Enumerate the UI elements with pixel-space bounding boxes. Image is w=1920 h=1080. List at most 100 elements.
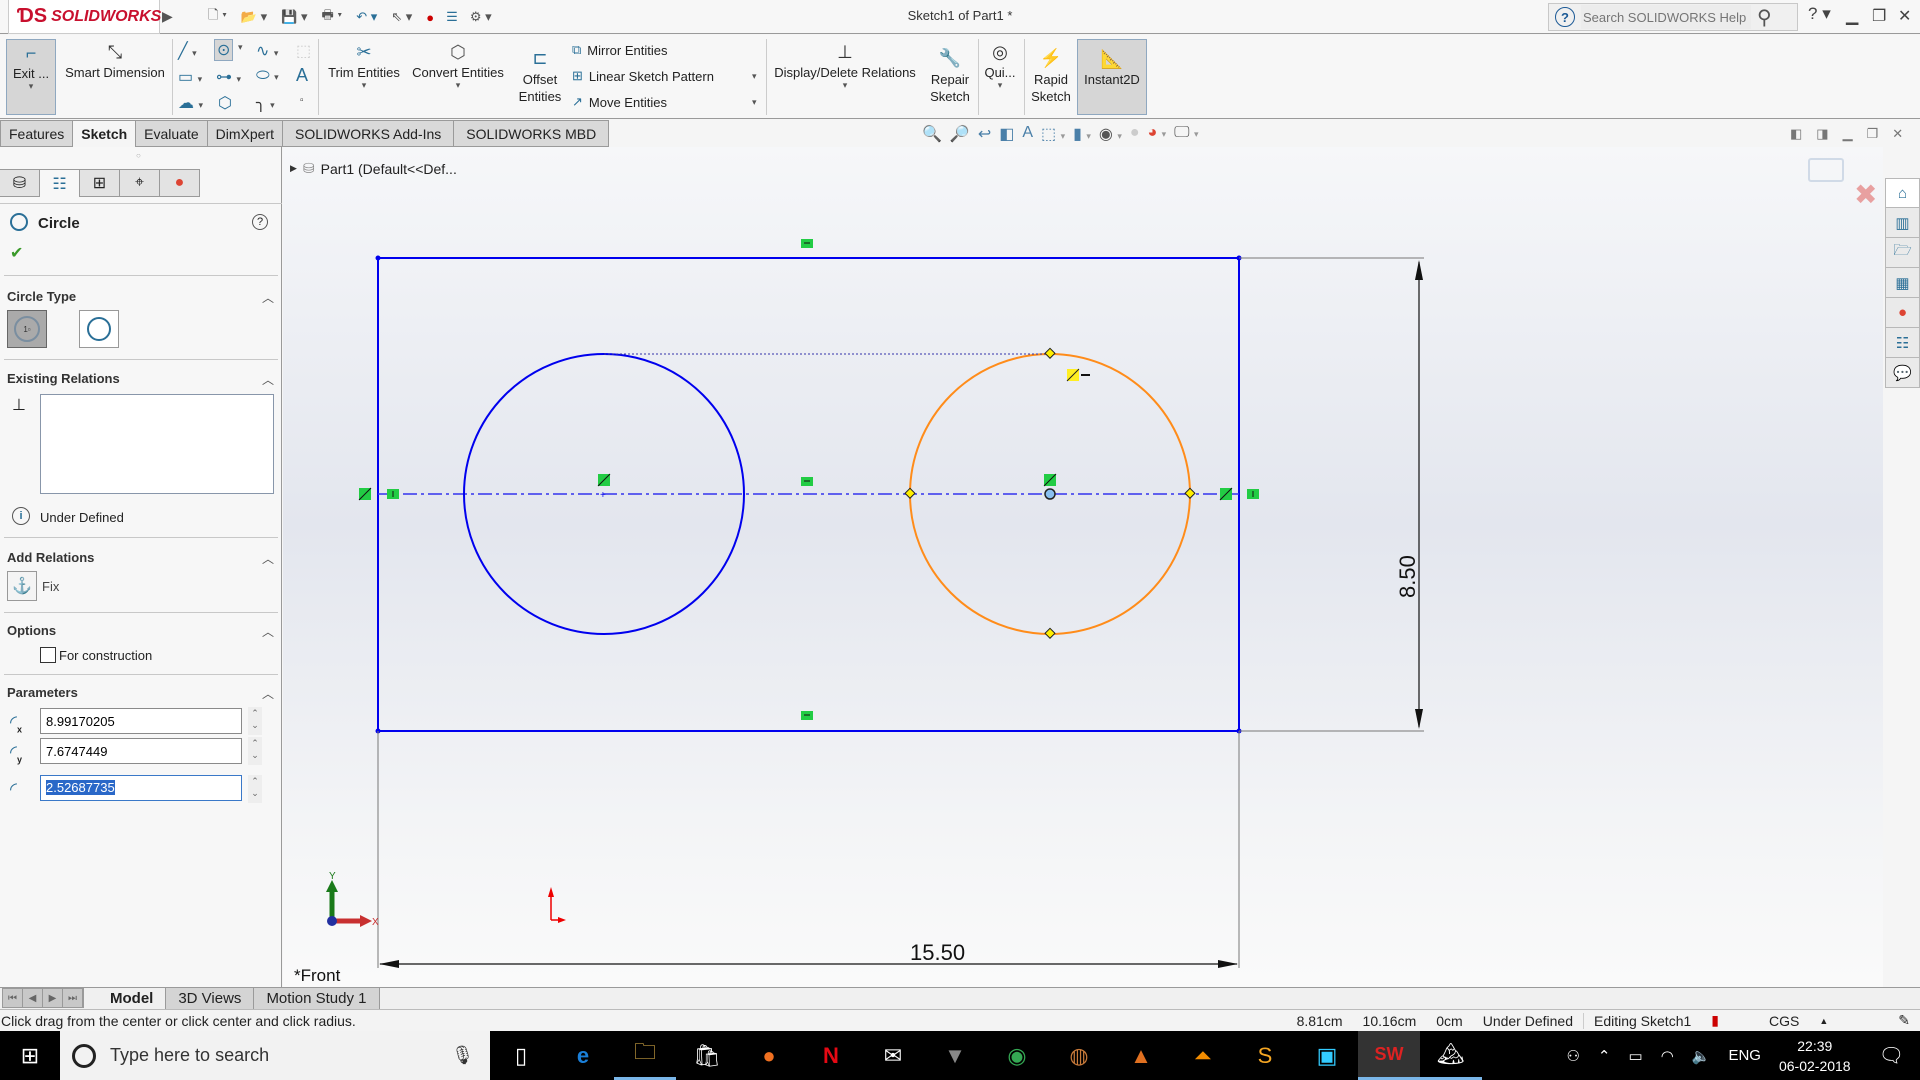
- offset-entities-button[interactable]: ⊏ Offset Entities: [514, 45, 566, 105]
- units-menu-arrow[interactable]: ▲: [1809, 1016, 1888, 1026]
- search-icon[interactable]: ⚲: [1757, 5, 1772, 30]
- open-icon[interactable]: 📂 ▾: [241, 9, 267, 25]
- zoom-to-area-icon[interactable]: 🔎: [950, 124, 970, 144]
- move-entities-button[interactable]: ↗ Move Entities: [572, 94, 667, 110]
- circle-icon[interactable]: ⊙: [214, 39, 234, 61]
- print-icon[interactable]: 🖶 ▾: [322, 6, 343, 28]
- new-document-icon[interactable]: 🗋 ▾: [208, 6, 227, 28]
- minimize-button[interactable]: ▁: [1846, 6, 1858, 26]
- graphics-area[interactable]: [283, 147, 1883, 987]
- line-icon[interactable]: ╱ ▾: [178, 41, 197, 61]
- collapse-options-icon[interactable]: ︿: [262, 623, 274, 640]
- property-manager-tab[interactable]: ☷: [40, 169, 80, 197]
- convert-entities-button[interactable]: ⬡ Convert Entities ▾: [408, 39, 508, 91]
- people-icon[interactable]: ⚇: [1566, 1047, 1579, 1065]
- start-button[interactable]: ⊞: [0, 1031, 60, 1080]
- smart-dimension-button[interactable]: ⤡ Smart Dimension: [60, 39, 170, 81]
- clock[interactable]: 22:39 06-02-2018: [1779, 1036, 1851, 1076]
- sublime-app[interactable]: S: [1234, 1031, 1296, 1080]
- tab-evaluate[interactable]: Evaluate: [136, 120, 208, 147]
- select-icon[interactable]: ⇖ ▾: [391, 9, 412, 25]
- center-x-spinner[interactable]: ⌃ ⌄: [248, 707, 262, 735]
- solidworks-app[interactable]: SW: [1358, 1031, 1420, 1080]
- linear-sketch-pattern-button[interactable]: ⊞ Linear Sketch Pattern: [572, 68, 714, 84]
- viewport-minimize-icon[interactable]: ▁: [1843, 126, 1853, 142]
- collapse-circle-type-icon[interactable]: ︿: [262, 289, 274, 306]
- move-dropdown[interactable]: ▾: [752, 97, 757, 108]
- radius-input[interactable]: 2.52687735: [40, 775, 242, 801]
- menu-expand-icon[interactable]: ▶: [162, 8, 173, 25]
- viewport-restore-icon[interactable]: ❐: [1867, 126, 1879, 142]
- solidworks-logo[interactable]: ƊS SOLIDWORKS: [8, 0, 161, 34]
- radius-spinner[interactable]: ⌃ ⌄: [248, 775, 262, 803]
- exit-sketch-button[interactable]: ⌐ Exit ... ▾: [6, 39, 56, 115]
- hide-show-items-icon[interactable]: ◉ ▾: [1099, 124, 1122, 144]
- for-construction-checkbox[interactable]: [40, 647, 56, 663]
- section-view-icon[interactable]: ◧: [999, 124, 1014, 144]
- confirmation-corner-exit-icon[interactable]: [1808, 158, 1844, 182]
- view-settings-icon[interactable]: 🖵 ▾: [1174, 124, 1198, 144]
- show-hidden-icons-chevron[interactable]: ⌃: [1598, 1047, 1611, 1065]
- panel-splitter-handle[interactable]: ○: [136, 151, 141, 160]
- previous-view-icon[interactable]: ↩: [978, 124, 991, 144]
- quick-snaps-button[interactable]: ◎ Qui... ▾: [980, 39, 1020, 91]
- tile-right-icon[interactable]: ◨: [1816, 126, 1828, 142]
- file-properties-icon[interactable]: ☰: [446, 9, 458, 25]
- matlab-app[interactable]: ▲: [1110, 1031, 1172, 1080]
- undo-icon[interactable]: ↶ ▾: [356, 9, 377, 25]
- plane-icon[interactable]: ⬚: [296, 41, 311, 61]
- help-icon[interactable]: ?: [252, 214, 268, 230]
- existing-relations-list[interactable]: [40, 394, 274, 494]
- dynamic-annotation-icon[interactable]: A: [1022, 124, 1033, 144]
- file-explorer-tab[interactable]: 🗁: [1885, 238, 1920, 268]
- tab-sketch[interactable]: Sketch: [73, 120, 137, 147]
- center-x-input[interactable]: [40, 708, 242, 734]
- action-center-icon[interactable]: 🗨: [1879, 1043, 1904, 1068]
- custom-properties-tab[interactable]: ☷: [1885, 328, 1920, 358]
- wifi-icon[interactable]: ◠: [1661, 1047, 1674, 1065]
- volume-icon[interactable]: 🔈: [1692, 1047, 1711, 1065]
- battery-icon[interactable]: ▭: [1629, 1047, 1643, 1065]
- spline-icon[interactable]: ∿ ▾: [256, 41, 278, 61]
- first-tab-icon[interactable]: ⏮: [3, 989, 23, 1007]
- display-manager-tab[interactable]: ●: [160, 169, 200, 197]
- options-icon[interactable]: ⚙ ▾: [470, 9, 492, 25]
- expand-arrow-icon[interactable]: ▶: [290, 163, 297, 174]
- slot-icon[interactable]: ⊶ ▾: [216, 67, 241, 87]
- point-icon[interactable]: ▫: [300, 95, 304, 106]
- tab-motion-study-1[interactable]: Motion Study 1: [254, 988, 380, 1009]
- center-y-input[interactable]: [40, 738, 242, 764]
- customize-icon[interactable]: ✎: [1888, 1012, 1920, 1029]
- display-delete-relations-button[interactable]: ⊥ Display/Delete Relations ▾: [770, 39, 920, 91]
- firefox-app[interactable]: ●: [738, 1031, 800, 1080]
- center-point-circle-option[interactable]: 1▫: [7, 310, 47, 348]
- collapse-parameters-icon[interactable]: ︿: [262, 685, 274, 702]
- store-app[interactable]: 🛍: [676, 1031, 738, 1080]
- circle-app[interactable]: ◍: [1048, 1031, 1110, 1080]
- prev-tab-icon[interactable]: ◀: [23, 989, 43, 1007]
- tab-dimxpert[interactable]: DimXpert: [207, 120, 284, 147]
- solidworks-resources-tab[interactable]: ⌂: [1885, 178, 1920, 208]
- instant2d-button[interactable]: 📐 Instant2D: [1077, 39, 1147, 115]
- next-tab-icon[interactable]: ▶: [43, 989, 63, 1007]
- circle-dropdown[interactable]: ▾: [238, 42, 243, 53]
- zoom-to-fit-icon[interactable]: 🔍: [922, 124, 942, 144]
- center-y-spinner[interactable]: ⌃ ⌄: [248, 737, 262, 765]
- file-explorer-app[interactable]: 🗀: [614, 1031, 676, 1080]
- forum-tab[interactable]: 💬: [1885, 358, 1920, 388]
- predator-app[interactable]: ▼: [924, 1031, 986, 1080]
- save-icon[interactable]: 💾 ▾: [281, 9, 307, 25]
- mail-app[interactable]: ✉: [862, 1031, 924, 1080]
- display-style-icon[interactable]: ▮ ▾: [1073, 124, 1091, 144]
- feature-manager-tab[interactable]: ⛁: [0, 169, 40, 197]
- restore-button[interactable]: ❐: [1872, 6, 1886, 26]
- view-orientation-icon[interactable]: ⬚ ▾: [1041, 124, 1065, 144]
- repair-sketch-button[interactable]: 🔧 Repair Sketch: [924, 45, 976, 105]
- tab-3d-views[interactable]: 3D Views: [166, 988, 255, 1009]
- close-button[interactable]: ✕: [1898, 6, 1911, 26]
- unit-system[interactable]: CGS: [1729, 1013, 1809, 1029]
- rectangle-icon[interactable]: ▭ ▾: [178, 67, 202, 87]
- tab-solidworks-add-ins[interactable]: SOLIDWORKS Add-Ins: [283, 120, 455, 147]
- feature-tree-flyout[interactable]: ▶ ⛁ Part1 (Default<<Def...: [290, 160, 457, 177]
- text-icon[interactable]: A: [296, 65, 308, 86]
